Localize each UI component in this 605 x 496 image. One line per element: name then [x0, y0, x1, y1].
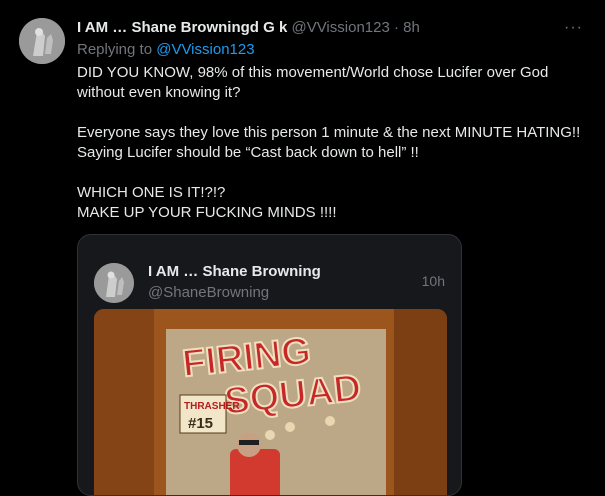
tweet-paragraph: WHICH ONE IS IT!?!?: [77, 184, 226, 201]
tweet-paragraph: Everyone says they love this person 1 mi…: [77, 124, 581, 161]
quoted-author-name[interactable]: I AM … Shane Browning: [148, 262, 321, 282]
magazine-brand: THRASHER: [184, 401, 240, 412]
author-handle[interactable]: @VVission123: [291, 19, 389, 36]
quoted-author-avatar[interactable]: [94, 263, 134, 303]
avatar-image: [94, 263, 134, 303]
tweet-header: I AM … Shane Browningd G k @VVission123 …: [77, 18, 585, 38]
replying-prefix: Replying to: [77, 41, 153, 58]
separator-dot: ·: [393, 19, 399, 36]
magazine-badge: #15: [188, 415, 213, 432]
quoted-author-handle[interactable]: @ShaneBrowning: [148, 283, 269, 303]
author-name[interactable]: I AM … Shane Browningd G k: [77, 19, 287, 36]
tweet-timestamp[interactable]: 8h: [403, 19, 420, 36]
replying-to: Replying to @VVission123: [77, 41, 255, 59]
avatar-image: [19, 18, 65, 64]
tweet-paragraph: MAKE UP YOUR FUCKING MINDS !!!!: [77, 204, 337, 221]
magazine-photo: FIRING SQUAD THRASHER #15: [94, 309, 447, 495]
quoted-tweet-card[interactable]: I AM … Shane Browning @ShaneBrowning 10h…: [77, 234, 462, 496]
tweet-paragraph: DID YOU KNOW, 98% of this movement/World…: [77, 64, 549, 101]
tweet-text: DID YOU KNOW, 98% of this movement/World…: [77, 63, 587, 223]
mention-link[interactable]: @VVission123: [156, 41, 254, 58]
quoted-media-image[interactable]: FIRING SQUAD THRASHER #15: [94, 309, 447, 495]
quoted-timestamp[interactable]: 10h: [422, 273, 445, 289]
more-icon[interactable]: ···: [564, 18, 583, 38]
author-avatar[interactable]: [19, 18, 65, 64]
